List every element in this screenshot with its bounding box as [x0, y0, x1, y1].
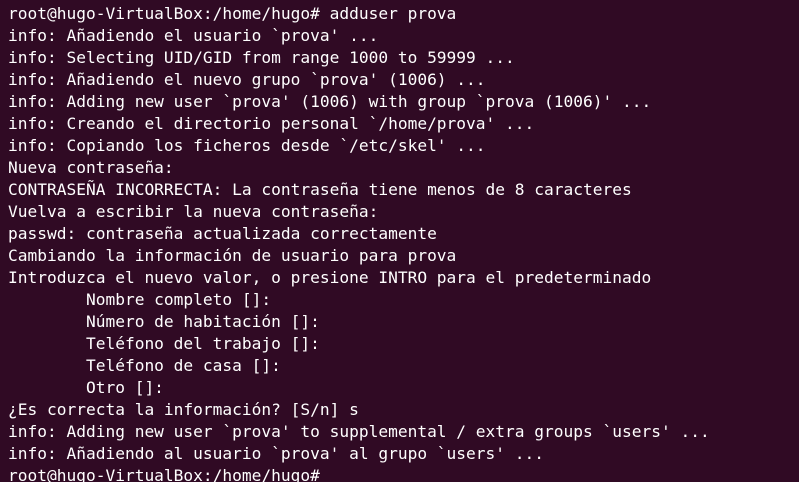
terminal-line: ¿Es correcta la información? [S/n] s	[8, 400, 359, 419]
terminal-line: Teléfono del trabajo []:	[8, 334, 320, 353]
terminal-line: passwd: contraseña actualizada correctam…	[8, 224, 437, 243]
terminal-line: Vuelva a escribir la nueva contraseña:	[8, 202, 379, 221]
terminal-line: info: Añadiendo al usuario `prova' al gr…	[8, 444, 545, 463]
terminal-window[interactable]: root@hugo-VirtualBox:/home/hugo# adduser…	[0, 0, 799, 482]
terminal-line: Nombre completo []:	[8, 290, 272, 309]
terminal-line: info: Añadiendo el nuevo grupo `prova' (…	[8, 70, 486, 89]
terminal-line: info: Adding new user `prova' (1006) wit…	[8, 92, 652, 111]
terminal-line: Cambiando la información de usuario para…	[8, 246, 457, 265]
terminal-line: root@hugo-VirtualBox:/home/hugo# adduser…	[8, 4, 457, 23]
terminal-line: Número de habitación []:	[8, 312, 320, 331]
terminal-line: info: Copiando los ficheros desde `/etc/…	[8, 136, 486, 155]
terminal-prompt-line[interactable]: root@hugo-VirtualBox:/home/hugo#	[8, 465, 710, 482]
terminal-line: Introduzca el nuevo valor, o presione IN…	[8, 268, 652, 287]
terminal-line: info: Selecting UID/GID from range 1000 …	[8, 48, 515, 67]
terminal-line: info: Añadiendo el usuario `prova' ...	[8, 26, 379, 45]
terminal-output: root@hugo-VirtualBox:/home/hugo# adduser…	[8, 3, 710, 482]
terminal-line: CONTRASEÑA INCORRECTA: La contraseña tie…	[8, 180, 632, 199]
terminal-line: Nueva contraseña:	[8, 158, 174, 177]
terminal-line: Otro []:	[8, 378, 164, 397]
terminal-line: Teléfono de casa []:	[8, 356, 281, 375]
terminal-line: info: Creando el directorio personal `/h…	[8, 114, 535, 133]
shell-prompt: root@hugo-VirtualBox:/home/hugo#	[8, 466, 330, 482]
terminal-line: info: Adding new user `prova' to supplem…	[8, 422, 710, 441]
